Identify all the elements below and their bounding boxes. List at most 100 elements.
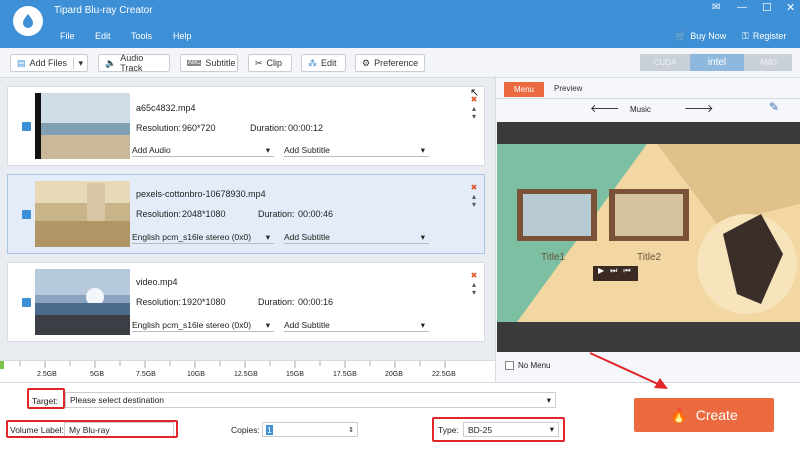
mouse-cursor-icon: ↖ (470, 87, 480, 99)
annotation-type-box (432, 417, 565, 442)
ruler-ticks (0, 361, 446, 369)
ruler-label: 15GB (286, 371, 304, 378)
menu-edit[interactable]: Edit (95, 31, 111, 41)
move-down-icon[interactable]: ▾ (470, 200, 478, 209)
cart-icon: 🛒 (675, 31, 687, 41)
tab-preview[interactable]: Preview (554, 84, 582, 93)
app-logo-icon (13, 6, 43, 36)
menu-tools[interactable]: Tools (131, 31, 152, 41)
chevron-down-icon: ▾ (265, 319, 270, 330)
file-name: video.mp4 (136, 277, 178, 287)
duration-value: 00:00:16 (298, 297, 334, 307)
create-button[interactable]: 🔥 Create (634, 398, 774, 432)
edit-button[interactable]: ⁂ Edit (301, 54, 346, 72)
ruler-label: 10GB (187, 371, 205, 378)
audio-track-select[interactable]: English pcm_s16le stereo (0x0) ▾ (132, 319, 274, 332)
menu-title-1[interactable]: Title1 (541, 252, 565, 263)
add-files-button[interactable]: ▤ Add Files ▾ (10, 54, 88, 72)
move-down-icon[interactable]: ▾ (470, 288, 478, 297)
capacity-ruler: 2.5GB 5GB 7.5GB 10GB 12.5GB 15GB 17.5GB … (0, 360, 495, 382)
subtitle-select[interactable]: Add Subtitle ▾ (284, 231, 429, 244)
resolution-label: Resolution: (136, 123, 182, 133)
subtitle-button[interactable]: ABC Subtitle (180, 54, 238, 72)
ruler-label: 22.5GB (432, 371, 456, 378)
target-select[interactable]: Please select destination ▾ (65, 392, 556, 408)
subtitle-select[interactable]: Add Subtitle ▾ (284, 144, 429, 157)
resolution-value: 1920*1080 (182, 297, 226, 307)
chevron-down-icon: ▾ (420, 231, 425, 242)
chevron-down-icon[interactable]: ▾ (73, 57, 87, 69)
buy-now-link[interactable]: 🛒 Buy Now (675, 31, 726, 42)
close-button[interactable]: ✕ (786, 1, 795, 14)
ruler-label: 17.5GB (333, 371, 357, 378)
move-down-icon[interactable]: ▾ (470, 112, 478, 121)
menu-title-2[interactable]: Title2 (637, 252, 661, 263)
menu-panel: Menu Preview 🡐 Music 🡒 ✎ Title1 Title2 ▶… (495, 78, 800, 382)
menu-help[interactable]: Help (173, 31, 192, 41)
resolution-label: Resolution: (136, 209, 182, 219)
flame-icon: 🔥 (670, 406, 688, 423)
chevron-down-icon: ▾ (546, 394, 551, 405)
ruler-label: 12.5GB (234, 371, 258, 378)
annotation-target-box (27, 388, 65, 409)
file-item[interactable]: a65c4832.mp4 Resolution: 960*720 Duratio… (7, 86, 485, 166)
title-bar: Tipard Blu-ray Creator File Edit Tools H… (0, 0, 800, 48)
gear-icon: ⚙ (362, 57, 371, 68)
edit-menu-icon[interactable]: ✎ (769, 100, 779, 114)
ruler-label: 5GB (90, 371, 105, 378)
menu-playback-buttons[interactable]: ▶⏭⏮ (598, 266, 637, 276)
minimize-button[interactable]: — (737, 2, 747, 13)
edit-effects-icon: ⁂ (308, 57, 317, 68)
duration-label: Duration: (258, 297, 295, 307)
resolution-value: 960*720 (182, 123, 216, 133)
file-name: a65c4832.mp4 (136, 103, 196, 113)
clip-button[interactable]: ✂ Clip (248, 54, 292, 72)
duration-label: Duration: (258, 209, 295, 219)
audio-track-select[interactable]: English pcm_s16le stereo (0x0) ▾ (132, 231, 274, 244)
gpu-cuda-badge: CUDA (640, 54, 690, 71)
no-menu-label: No Menu (518, 361, 551, 370)
ruler-label: 7.5GB (136, 371, 156, 378)
ruler-label: 20GB (385, 371, 403, 378)
next-template-icon[interactable]: 🡒 (684, 101, 714, 115)
register-link[interactable]: ⚿ Register (742, 31, 786, 42)
app-title: Tipard Blu-ray Creator (54, 5, 153, 16)
prev-template-icon[interactable]: 🡐 (590, 101, 620, 115)
chevron-down-icon: ▾ (420, 144, 425, 155)
key-icon: ⚿ (742, 31, 749, 41)
copies-stepper[interactable]: 1 ⇕ (262, 422, 358, 437)
remove-icon[interactable]: ✖ (470, 271, 478, 280)
scissors-icon: ✂ (255, 57, 263, 68)
spinner-icon[interactable]: ⇕ (348, 426, 354, 434)
file-item[interactable]: video.mp4 Resolution: 1920*1080 Duration… (7, 262, 485, 342)
menu-preview: Title1 Title2 ▶⏭⏮ (497, 122, 800, 352)
gpu-intel-badge: intel (690, 54, 744, 71)
file-checkbox[interactable] (22, 298, 31, 307)
file-checkbox[interactable] (22, 122, 31, 131)
file-item[interactable]: pexels-cottonbro-10678930.mp4 Resolution… (7, 174, 485, 254)
chevron-down-icon: ▾ (265, 231, 270, 242)
file-checkbox[interactable] (22, 210, 31, 219)
file-thumbnail (35, 269, 130, 335)
file-thumbnail (35, 181, 130, 247)
audio-icon: 🔈 (105, 57, 117, 68)
feedback-icon[interactable]: ✉ (712, 2, 720, 13)
remove-icon[interactable]: ✖ (470, 183, 478, 192)
tab-menu[interactable]: Menu (504, 82, 544, 97)
audio-track-select[interactable]: Add Audio ▾ (132, 144, 274, 157)
annotation-volume-box (6, 420, 178, 438)
annotation-arrow (589, 352, 668, 389)
gpu-amd-badge: AMD (744, 54, 792, 71)
duration-value: 00:00:46 (298, 209, 334, 219)
file-name: pexels-cottonbro-10678930.mp4 (136, 189, 266, 199)
file-list: a65c4832.mp4 Resolution: 960*720 Duratio… (0, 78, 495, 360)
preference-button[interactable]: ⚙ Preference (355, 54, 425, 72)
audio-track-button[interactable]: 🔈 Audio Track (98, 53, 170, 73)
toolbar: ▤ Add Files ▾ 🔈 Audio Track ABC Subtitle ✂… (0, 48, 800, 78)
chevron-down-icon: ▾ (420, 319, 425, 330)
menu-file[interactable]: File (60, 31, 75, 41)
no-menu-checkbox[interactable] (505, 361, 514, 370)
duration-label: Duration: (250, 123, 287, 133)
subtitle-select[interactable]: Add Subtitle ▾ (284, 319, 429, 332)
maximize-button[interactable]: ☐ (762, 1, 772, 14)
